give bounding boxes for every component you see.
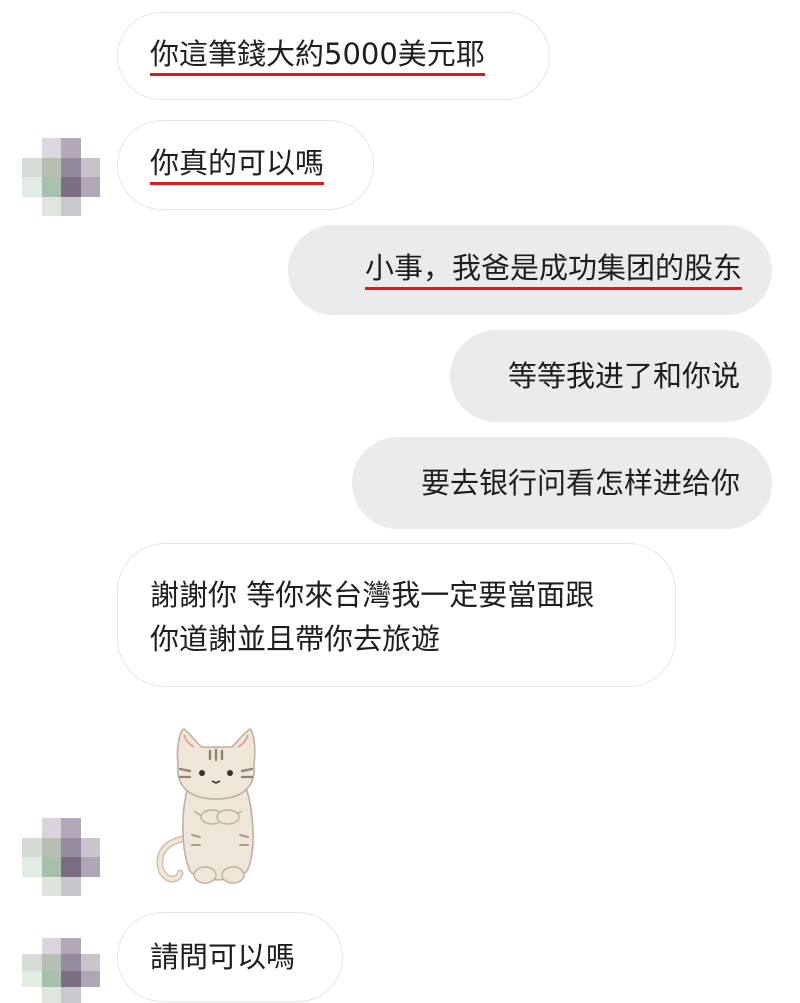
message-bubble-outgoing[interactable]: 小事，我爸是成功集团的股东 [288,225,772,315]
message-text: 請問可以嗎 [150,940,296,974]
message-bubble-outgoing[interactable]: 要去银行问看怎样进给你 [352,437,772,529]
message-bubble-incoming[interactable]: 你這筆錢大約5000美元耶 [117,12,550,100]
message-text-line: 謝謝你 等你來台灣我一定要當面跟 [150,578,595,612]
message-text-line: 你道謝並且帶你去旅遊 [150,622,441,656]
message-bubble-incoming[interactable]: 你真的可以嗎 [117,120,374,210]
message-text: 要去银行问看怎样进给你 [420,466,740,500]
blurred-avatar-icon[interactable] [22,938,100,1003]
message-text: 等等我进了和你说 [507,359,740,393]
cat-sticker-icon[interactable] [150,725,275,890]
blurred-avatar-icon[interactable] [22,138,100,216]
message-text: 你這筆錢大約5000美元耶 [150,36,485,76]
message-bubble-outgoing[interactable]: 等等我进了和你说 [450,330,772,422]
message-bubble-incoming[interactable]: 謝謝你 等你來台灣我一定要當面跟 你道謝並且帶你去旅遊 [117,543,676,687]
message-text: 你真的可以嗎 [150,145,325,185]
blurred-avatar-icon[interactable] [22,818,100,896]
message-text: 小事，我爸是成功集团的股东 [364,250,742,290]
message-bubble-incoming[interactable]: 請問可以嗎 [117,912,343,1002]
